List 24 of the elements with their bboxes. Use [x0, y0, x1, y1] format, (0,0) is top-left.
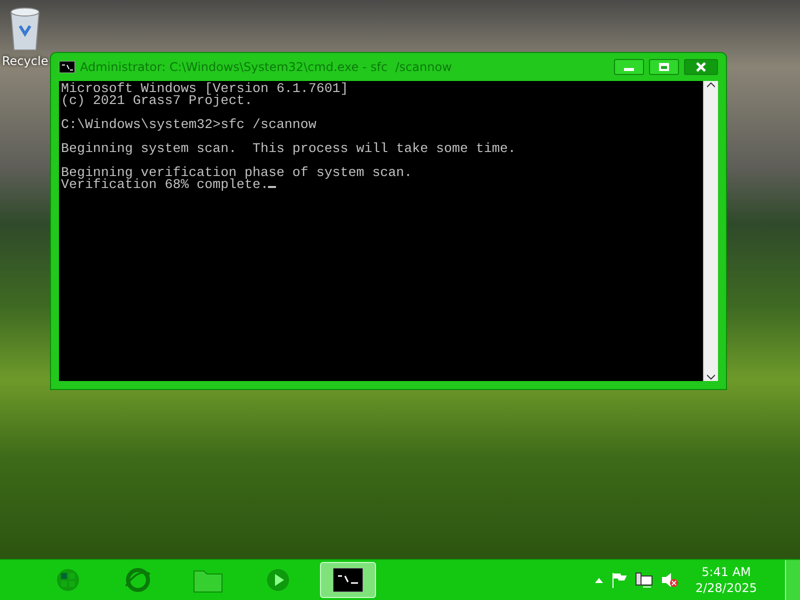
console-icon [333, 568, 363, 592]
desktop-icon-label[interactable]: Recycle [2, 54, 48, 68]
console-line: (c) 2021 Grass7 Project. [61, 93, 253, 108]
taskbar-button[interactable] [320, 562, 376, 598]
minimize-button[interactable] [614, 59, 644, 75]
window-title: Administrator: C:\Windows\System32\cmd.exe - sfc /scannow [80, 60, 453, 74]
play-icon [266, 568, 290, 592]
clock-time[interactable]: 5:41 AM [702, 564, 751, 580]
start-orb-icon [56, 568, 80, 592]
up-caret-icon[interactable] [595, 577, 604, 583]
close-button[interactable] [684, 59, 718, 75]
maximize-icon [659, 63, 669, 71]
console-line: C:\Windows\system32>sfc /scannow [61, 117, 316, 132]
speaker-muted-icon[interactable] [661, 572, 680, 588]
monitor-icon[interactable] [635, 572, 654, 588]
globe-e-icon [124, 566, 152, 594]
scrollbar[interactable] [703, 81, 718, 381]
flag-icon[interactable] [611, 572, 628, 588]
console-line: Verification 68% complete. [61, 177, 268, 192]
close-icon [696, 62, 706, 72]
console-icon [59, 61, 75, 73]
maximize-button[interactable] [649, 59, 679, 75]
console-line: Beginning system scan. This process will take some time. [61, 141, 516, 156]
clock-date[interactable]: 2/28/2025 [695, 580, 757, 596]
